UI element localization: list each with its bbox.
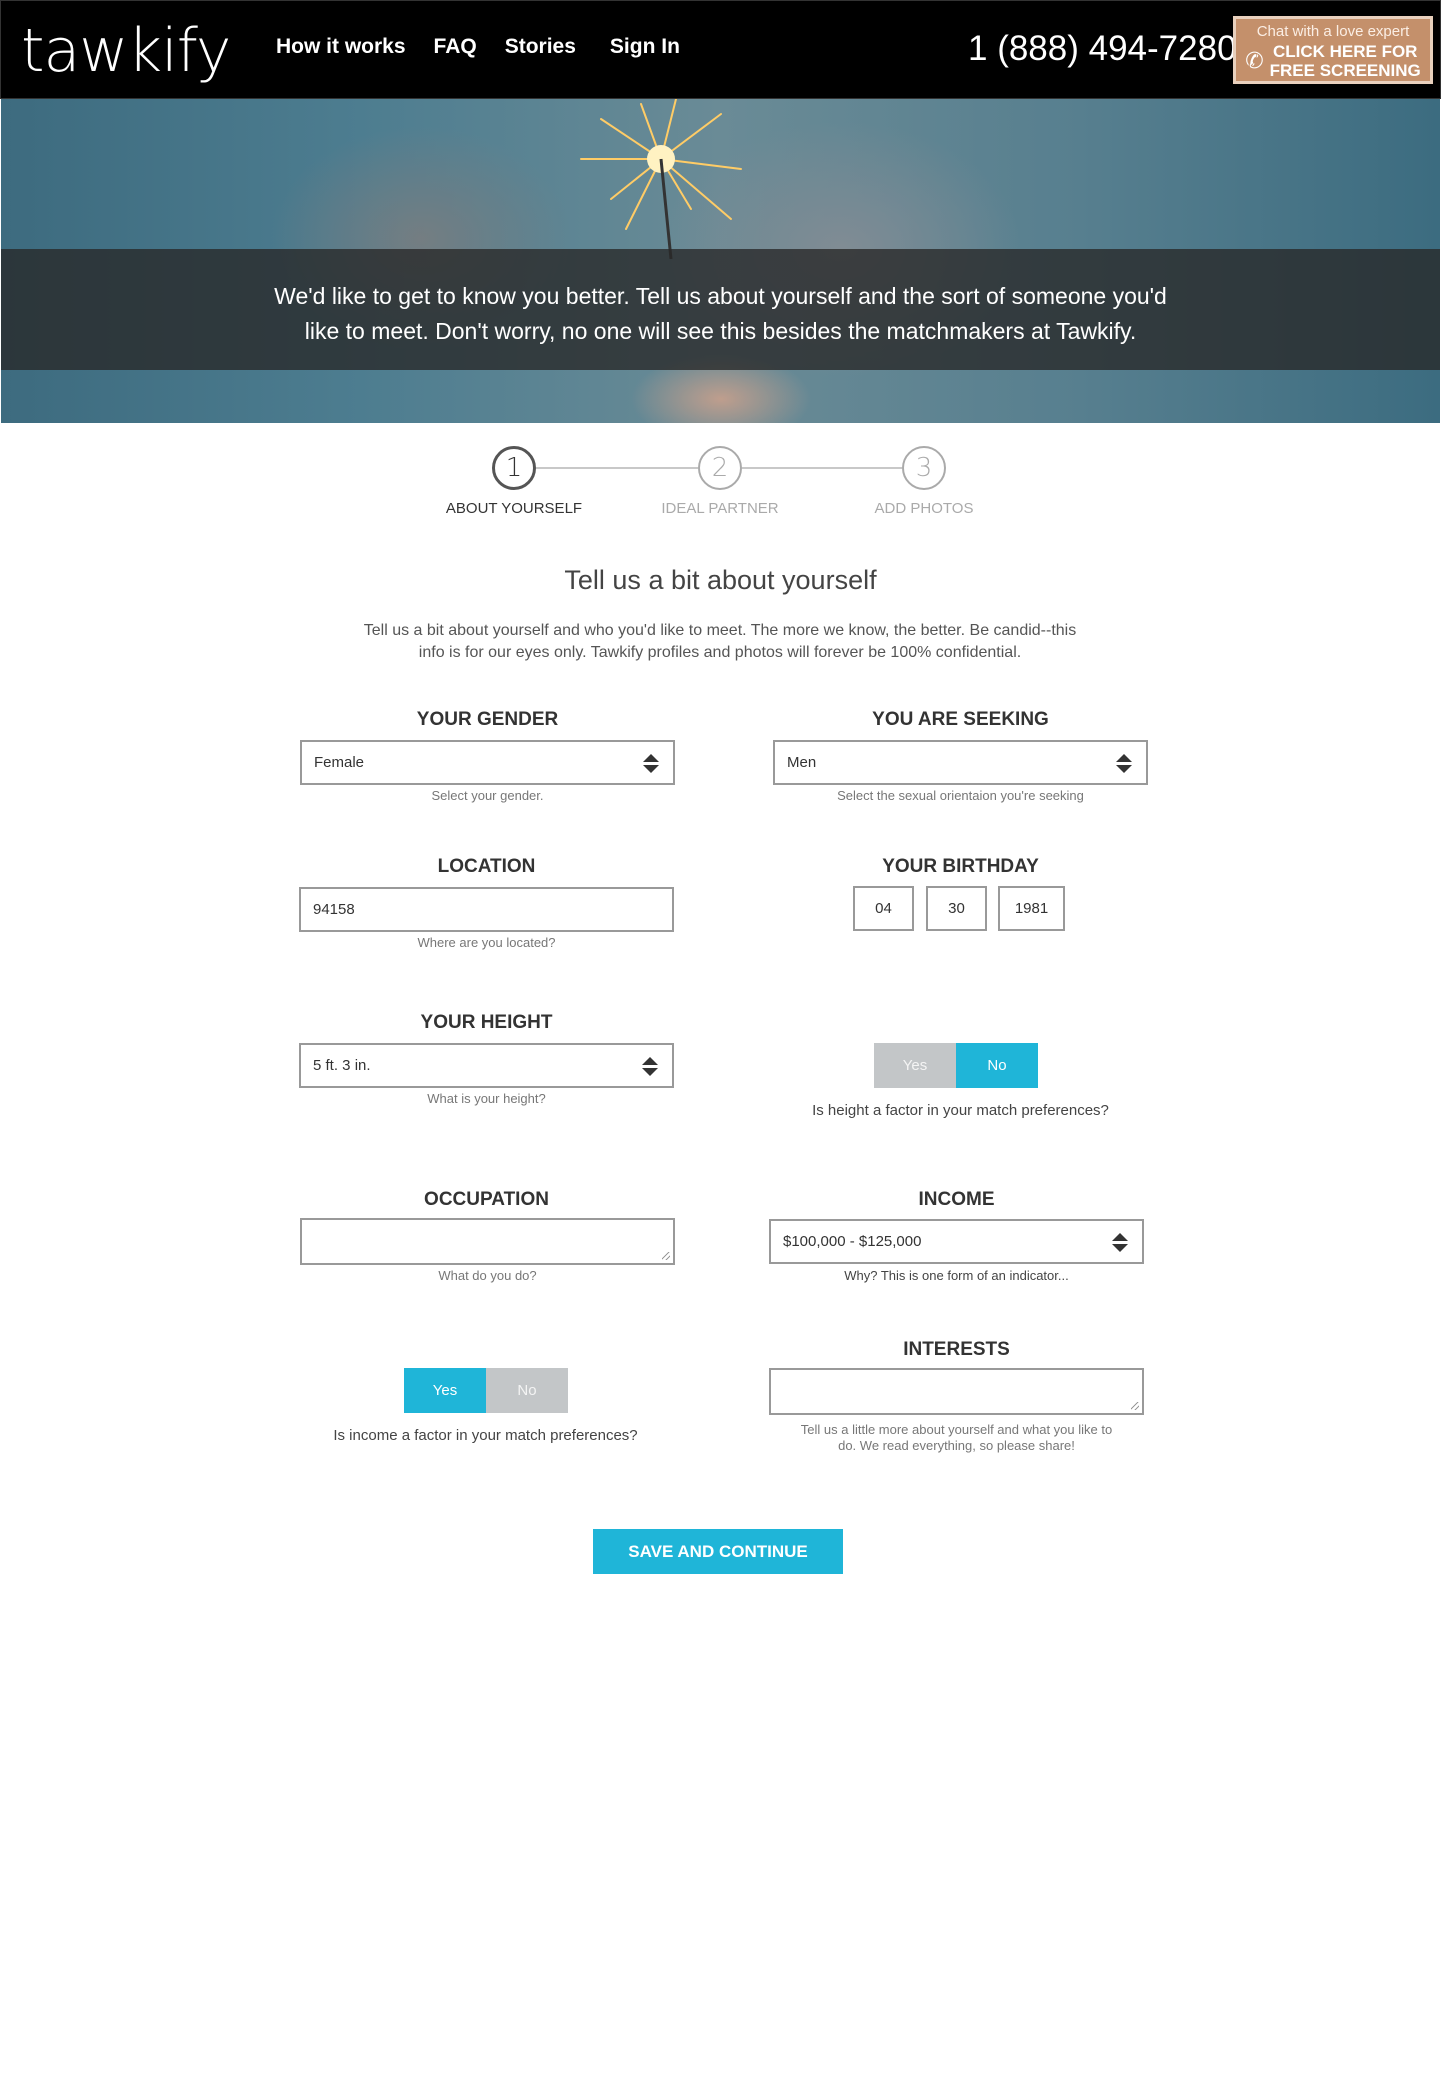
occupation-textarea[interactable]: [300, 1218, 675, 1265]
step-3-label: ADD PHOTOS: [874, 500, 974, 517]
interests-help: Tell us a little more about yourself and…: [769, 1422, 1144, 1454]
cta-line-1: CLICK HERE FOR: [1272, 42, 1418, 61]
income-factor-toggle: Yes No: [404, 1368, 568, 1413]
income-label: INCOME: [918, 1189, 995, 1210]
height-factor-question: Is height a factor in your match prefere…: [812, 1102, 1109, 1119]
step-2-indicator: 2: [698, 446, 742, 490]
nav-stories[interactable]: Stories: [505, 35, 576, 59]
occupation-label: OCCUPATION: [424, 1189, 549, 1210]
seeking-help: Select the sexual orientaion you're seek…: [837, 788, 1084, 803]
height-factor-no[interactable]: No: [956, 1043, 1038, 1088]
height-help: What is your height?: [427, 1091, 546, 1106]
gender-label: YOUR GENDER: [416, 709, 559, 730]
height-select[interactable]: 5 ft. 3 in.: [299, 1043, 674, 1088]
hero-banner: We'd like to get to know you better. Tel…: [1, 99, 1440, 423]
step-connector-2: [742, 467, 902, 469]
hero-line-1: We'd like to get to know you better. Tel…: [274, 283, 1167, 309]
cta-line-2: FREE SCREENING: [1269, 61, 1421, 80]
height-factor-toggle: Yes No: [874, 1043, 1038, 1088]
height-label: YOUR HEIGHT: [420, 1012, 553, 1033]
select-arrows-icon: [642, 1057, 658, 1077]
step-3-indicator: 3: [902, 446, 946, 490]
save-and-continue-button[interactable]: SAVE AND CONTINUE: [593, 1529, 843, 1574]
tawkify-logo[interactable]: tawkify: [21, 9, 231, 93]
phone-number[interactable]: 1 (888) 494-7280: [968, 29, 1237, 69]
location-input[interactable]: 94158: [299, 887, 674, 932]
site-header: tawkify How it works FAQ Stories Sign In…: [0, 0, 1441, 99]
seeking-select[interactable]: Men: [773, 740, 1148, 785]
seeking-label: YOU ARE SEEKING: [872, 709, 1049, 730]
hero-line-2: like to meet. Don't worry, no one will s…: [304, 318, 1137, 344]
resize-grip-icon[interactable]: [1131, 1402, 1139, 1410]
birthday-month-input[interactable]: 04: [853, 886, 914, 931]
income-select[interactable]: $100,000 - $125,000: [769, 1219, 1144, 1264]
location-help: Where are you located?: [417, 935, 556, 950]
step-2-label: IDEAL PARTNER: [661, 500, 779, 517]
birthday-day-input[interactable]: 30: [926, 886, 987, 931]
select-arrows-icon: [643, 754, 659, 774]
gender-select[interactable]: Female: [300, 740, 675, 785]
gender-help: Select your gender.: [431, 788, 544, 803]
height-factor-yes[interactable]: Yes: [874, 1043, 956, 1088]
page-description: Tell us a bit about yourself and who you…: [320, 620, 1120, 664]
main-nav: How it works FAQ Stories Sign In: [276, 35, 708, 59]
birthday-year-input[interactable]: 1981: [998, 886, 1065, 931]
income-factor-yes[interactable]: Yes: [404, 1368, 486, 1413]
step-1-indicator: 1: [492, 446, 536, 490]
hero-message: We'd like to get to know you better. Tel…: [1, 279, 1440, 349]
interests-label: INTERESTS: [903, 1339, 1010, 1360]
step-connector-1: [536, 467, 698, 469]
income-factor-no[interactable]: No: [486, 1368, 568, 1413]
income-help: Why? This is one form of an indicator...: [844, 1268, 1069, 1283]
seeking-value: Men: [787, 754, 817, 771]
page-title: Tell us a bit about yourself: [564, 565, 877, 595]
nav-how-it-works[interactable]: How it works: [276, 35, 406, 59]
phone-icon: ✆: [1245, 48, 1264, 73]
income-value: $100,000 - $125,000: [783, 1233, 922, 1250]
location-label: LOCATION: [437, 856, 536, 877]
select-arrows-icon: [1112, 1233, 1128, 1253]
select-arrows-icon: [1116, 754, 1132, 774]
height-value: 5 ft. 3 in.: [313, 1057, 371, 1074]
description-line-2: info is for our eyes only. Tawkify profi…: [418, 644, 1022, 661]
nav-faq[interactable]: FAQ: [434, 35, 477, 59]
nav-sign-in[interactable]: Sign In: [610, 35, 680, 59]
interests-help-line-1: Tell us a little more about yourself and…: [800, 1422, 1113, 1437]
sparkler-image: [580, 99, 742, 259]
birthday-label: YOUR BIRTHDAY: [882, 856, 1039, 877]
occupation-help: What do you do?: [438, 1268, 537, 1283]
interests-textarea[interactable]: [769, 1368, 1144, 1415]
interests-help-line-2: do. We read everything, so please share!: [838, 1438, 1075, 1453]
description-line-1: Tell us a bit about yourself and who you…: [363, 622, 1077, 639]
income-factor-question: Is income a factor in your match prefere…: [333, 1427, 638, 1444]
step-1-label: ABOUT YOURSELF: [445, 500, 583, 517]
gender-value: Female: [314, 754, 365, 771]
cta-subtitle: Chat with a love expert: [1256, 23, 1410, 40]
free-screening-button[interactable]: Chat with a love expert ✆ CLICK HERE FOR…: [1233, 16, 1433, 84]
resize-grip-icon[interactable]: [662, 1252, 670, 1260]
